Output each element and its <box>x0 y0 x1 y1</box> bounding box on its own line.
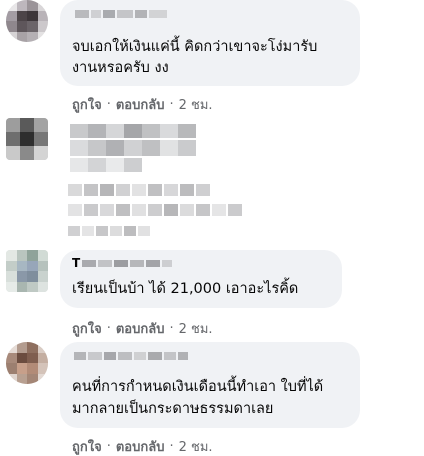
separator-dot: · <box>106 439 111 454</box>
censored-comment-content <box>60 118 300 248</box>
author-name[interactable]: T <box>72 256 173 270</box>
timestamp[interactable]: 2 ชม. <box>179 94 213 115</box>
separator-dot: · <box>169 321 174 336</box>
avatar[interactable] <box>6 342 48 384</box>
reply-button[interactable]: ตอบกลับ <box>116 94 165 115</box>
comment-1: จบเอกให้เงินแค่นี้ คิดกว่าเขาจะโง่มารับ … <box>0 0 424 118</box>
comment-actions: ถูกใจ · ตอบกลับ · 2 ชม. <box>72 436 213 456</box>
author-name[interactable] <box>74 352 188 360</box>
comment-actions: ถูกใจ · ตอบกลับ · 2 ชม. <box>72 94 213 115</box>
like-button[interactable]: ถูกใจ <box>72 436 102 456</box>
like-button[interactable]: ถูกใจ <box>72 318 102 339</box>
separator-dot: · <box>106 321 111 336</box>
comment-actions: ถูกใจ · ตอบกลับ · 2 ชม. <box>72 318 213 339</box>
avatar[interactable] <box>6 0 48 42</box>
comment-text-line-1: จบเอกให้เงินแค่นี้ คิดกว่าเขาจะโง่มารับ <box>72 39 318 55</box>
avatar[interactable] <box>6 118 48 160</box>
timestamp[interactable]: 2 ชม. <box>179 436 213 456</box>
reply-button[interactable]: ตอบกลับ <box>116 436 165 456</box>
comment-text-line-2: งานหรอครับ งง <box>72 60 169 76</box>
separator-dot: · <box>106 97 111 112</box>
comment-2-censored <box>0 118 424 250</box>
comments-section: จบเอกให้เงินแค่นี้ คิดกว่าเขาจะโง่มารับ … <box>0 0 424 456</box>
like-button[interactable]: ถูกใจ <box>72 94 102 115</box>
comment-3: T เรียนเป็นบ้า ได้ 21,000 เอาอะไรคิ้ด ถู… <box>0 250 424 342</box>
comment-text-line-1: เรียนเป็นบ้า ได้ 21,000 เอาอะไรคิ้ด <box>72 281 299 297</box>
comment-text-line-1: คนที่การกำหนดเงินเดือนนี้ทำเอา ใบที่ได้ <box>72 379 324 395</box>
author-name[interactable] <box>75 10 167 18</box>
separator-dot: · <box>169 97 174 112</box>
avatar[interactable] <box>6 250 48 292</box>
comment-text-line-2: มากลายเป็นกระดาษธรรมดาเลย <box>72 401 274 417</box>
timestamp[interactable]: 2 ชม. <box>179 318 213 339</box>
separator-dot: · <box>169 439 174 454</box>
comment-4: คนที่การกำหนดเงินเดือนนี้ทำเอา ใบที่ได้ … <box>0 342 424 456</box>
author-initial: T <box>72 256 81 270</box>
reply-button[interactable]: ตอบกลับ <box>116 318 165 339</box>
